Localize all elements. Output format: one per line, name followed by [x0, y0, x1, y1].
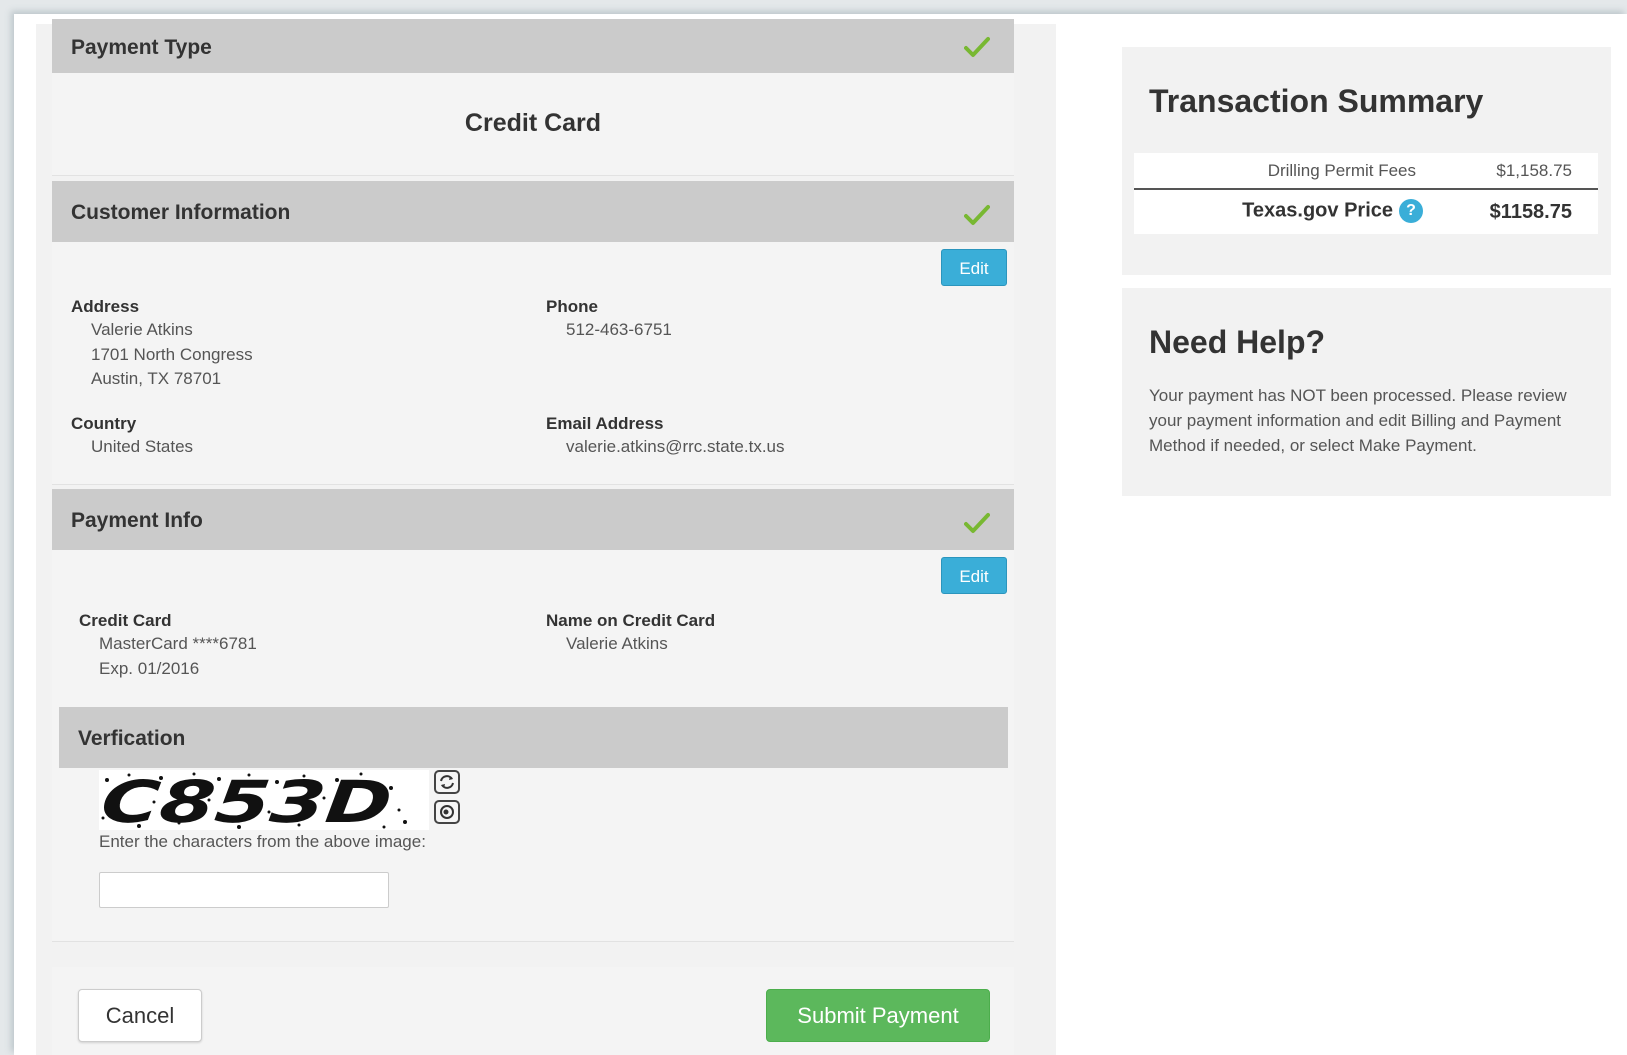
need-help-title: Need Help?	[1149, 324, 1326, 360]
customer-info-title: Customer Information	[71, 201, 291, 224]
country-label: Country	[71, 414, 137, 433]
need-help-panel: Need Help? Your payment has NOT been pro…	[1122, 288, 1611, 496]
submit-payment-button[interactable]: Submit Payment	[766, 989, 990, 1042]
price-row: Texas.gov Price? $1158.75	[1134, 190, 1598, 234]
fee-row: Drilling Permit Fees $1,158.75	[1134, 153, 1598, 190]
summary-table: Drilling Permit Fees $1,158.75 Texas.gov…	[1134, 153, 1598, 234]
question-circle-icon[interactable]: ?	[1399, 199, 1423, 223]
refresh-icon	[440, 775, 454, 789]
address-line: Valerie Atkins	[91, 320, 193, 339]
fee-label: Drilling Permit Fees	[1267, 161, 1416, 180]
address-label: Address	[71, 297, 140, 316]
audio-icon	[440, 805, 454, 819]
email-value: valerie.atkins@rrc.state.tx.us	[566, 437, 785, 456]
fee-amount: $1,158.75	[1496, 161, 1572, 180]
verification-header: Verfication	[59, 707, 1008, 768]
price-label: Texas.gov Price	[1242, 199, 1393, 222]
verification-title: Verfication	[78, 727, 186, 750]
payment-type-value: Credit Card	[464, 109, 602, 137]
card-expiry: Exp. 01/2016	[99, 658, 200, 678]
customer-info-edit-button[interactable]: Edit	[941, 249, 1007, 286]
address-line: Austin, TX 78701	[91, 369, 222, 388]
payment-type-title: Payment Type	[71, 36, 212, 59]
phone-label: Phone	[546, 297, 598, 316]
payment-info-header: Payment Info	[52, 489, 1014, 550]
customer-info-header: Customer Information	[52, 181, 1014, 242]
need-help-text: Your payment has NOT been processed. Ple…	[1149, 386, 1567, 455]
payment-info-title: Payment Info	[71, 509, 203, 532]
address-line: 1701 North Congress	[91, 344, 253, 364]
captcha-instruction: Enter the characters from the above imag…	[99, 832, 426, 851]
name-on-card-value: Valerie Atkins	[566, 634, 668, 653]
cancel-button[interactable]: Cancel	[78, 989, 202, 1042]
payment-type-section: Payment Type Credit Card	[52, 19, 1014, 176]
captcha-text: C853D	[99, 770, 395, 830]
captcha-audio-button[interactable]	[434, 800, 460, 824]
customer-info-section: Customer Information Edit Address Valeri…	[52, 181, 1014, 485]
phone-value: 512-463-6751	[566, 320, 672, 339]
address-value: Valerie Atkins 1701 North Congress Austi…	[91, 318, 253, 392]
payment-info-edit-button[interactable]: Edit	[941, 557, 1007, 594]
payment-type-header: Payment Type	[52, 19, 1014, 73]
action-bar: Cancel Submit Payment	[52, 967, 1014, 1055]
captcha-refresh-button[interactable]	[434, 770, 460, 794]
country-value: United States	[91, 437, 194, 456]
credit-card-label: Credit Card	[79, 611, 172, 630]
captcha-image: C853D	[99, 770, 429, 830]
captcha-input[interactable]	[99, 872, 389, 908]
check-icon	[964, 37, 990, 57]
credit-card-value: MasterCard ****6781 Exp. 01/2016	[99, 632, 257, 681]
transaction-summary-panel: Transaction Summary Drilling Permit Fees…	[1122, 47, 1611, 275]
check-icon	[964, 513, 990, 533]
check-icon	[964, 205, 990, 225]
transaction-summary-title: Transaction Summary	[1149, 83, 1484, 119]
price-amount: $1158.75	[1489, 201, 1572, 223]
card-number: MasterCard ****6781	[99, 634, 257, 653]
name-on-card-label: Name on Credit Card	[546, 611, 716, 630]
email-label: Email Address	[546, 414, 664, 433]
price-label-group: Texas.gov Price?	[1242, 199, 1423, 223]
